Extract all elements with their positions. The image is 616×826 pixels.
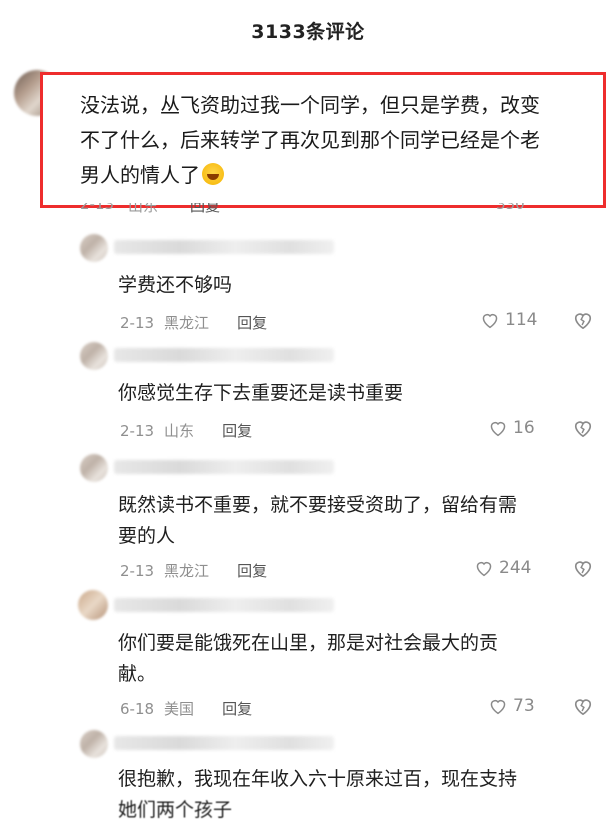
comment-region: 黑龙江 — [164, 314, 210, 332]
avatar[interactable] — [80, 454, 108, 482]
reply-button[interactable]: 回复 — [222, 698, 252, 719]
heart-icon — [490, 699, 506, 715]
reply-button[interactable]: 回复 — [190, 203, 220, 216]
like-count: 16 — [513, 418, 535, 438]
broken-heart-icon[interactable] — [572, 558, 594, 578]
reply-text: 很抱歉，我现在年收入六十原来过百，现在支持 她们两个孩子 — [118, 764, 517, 826]
broken-heart-icon[interactable] — [572, 418, 594, 438]
comment-date: 2-13 — [120, 313, 155, 332]
comment-count-title: 3133条评论 — [251, 20, 365, 43]
laughing-emoji-icon — [202, 163, 224, 185]
heart-icon — [490, 421, 506, 437]
reply-text-line-2: 要的人 — [118, 525, 176, 547]
reply-text: 既然读书不重要，就不要接受资助了，留给有需 要的人 — [118, 490, 517, 552]
avatar[interactable] — [80, 234, 108, 262]
reply-text: 你感觉生存下去重要还是读书重要 — [118, 382, 404, 404]
main-comment-text: 没法说，丛飞资助过我一个同学，但只是学费，改变 不了什么，后来转学了再次见到那个… — [80, 88, 600, 193]
broken-heart-icon[interactable] — [572, 310, 594, 330]
like-count: 244 — [499, 558, 532, 578]
nickname — [114, 240, 334, 254]
reply-button[interactable]: 回复 — [237, 312, 267, 333]
reply-meta: 6-18 美国 回复 — [120, 698, 252, 719]
comment-date: 2-13 — [120, 421, 155, 440]
main-comment-line-1: 没法说，丛飞资助过我一个同学，但只是学费，改变 — [80, 93, 540, 117]
main-comment-line-3: 男人的情人了 — [80, 158, 600, 193]
reply-meta: 2-13 山东 回复 — [120, 420, 252, 441]
reply-text: 学费还不够吗 — [118, 274, 233, 296]
broken-heart-icon[interactable] — [572, 696, 594, 716]
reply-text: 你们要是能饿死在山里，那是对社会最大的贡 献。 — [118, 628, 498, 690]
comment-region: 山东 — [128, 203, 159, 215]
nickname — [114, 736, 334, 750]
comment-date: 6-18 — [120, 699, 155, 718]
reply-button[interactable]: 回复 — [222, 420, 252, 441]
like-button[interactable]: 244 — [474, 558, 531, 578]
like-count[interactable]: 330 — [496, 203, 525, 213]
comment-date: 2-13 — [120, 561, 155, 580]
comment-region: 山东 — [164, 422, 195, 440]
comment-date: 2-13 — [80, 203, 115, 213]
like-count: 114 — [505, 310, 538, 330]
like-count: 73 — [513, 696, 535, 716]
reply-text-line-2: 她们两个孩子 — [118, 799, 233, 821]
nickname — [114, 348, 334, 362]
heart-icon — [476, 561, 492, 577]
reply-text-line-1: 很抱歉，我现在年收入六十原来过百，现在支持 — [118, 768, 518, 790]
reply-text-line-2: 献。 — [118, 663, 157, 685]
main-comment-line-3-text: 男人的情人了 — [80, 163, 200, 187]
comment-region: 黑龙江 — [164, 562, 210, 580]
avatar[interactable] — [80, 730, 108, 758]
reply-button[interactable]: 回复 — [237, 560, 267, 581]
reply-text-line-1: 你们要是能饿死在山里，那是对社会最大的贡 — [118, 632, 499, 654]
like-button[interactable]: 16 — [488, 418, 535, 438]
main-comment-line-2: 不了什么，后来转学了再次见到那个同学已经是个老 — [80, 128, 540, 152]
reply-text-line-1: 既然读书不重要，就不要接受资助了，留给有需 — [118, 494, 518, 516]
main-comment-meta: 2-13 山东 回复 330 — [80, 203, 600, 223]
like-button[interactable]: 73 — [488, 696, 535, 716]
nickname — [114, 460, 334, 474]
nickname — [114, 598, 334, 612]
like-button[interactable]: 114 — [480, 310, 537, 330]
reply-meta: 2-13 黑龙江 回复 — [120, 560, 267, 581]
heart-icon — [482, 313, 498, 329]
avatar[interactable] — [78, 590, 108, 620]
comments-header: 3133条评论 — [0, 0, 616, 60]
avatar[interactable] — [80, 342, 108, 370]
comment-region: 美国 — [164, 700, 195, 718]
reply-meta: 2-13 黑龙江 回复 — [120, 312, 267, 333]
